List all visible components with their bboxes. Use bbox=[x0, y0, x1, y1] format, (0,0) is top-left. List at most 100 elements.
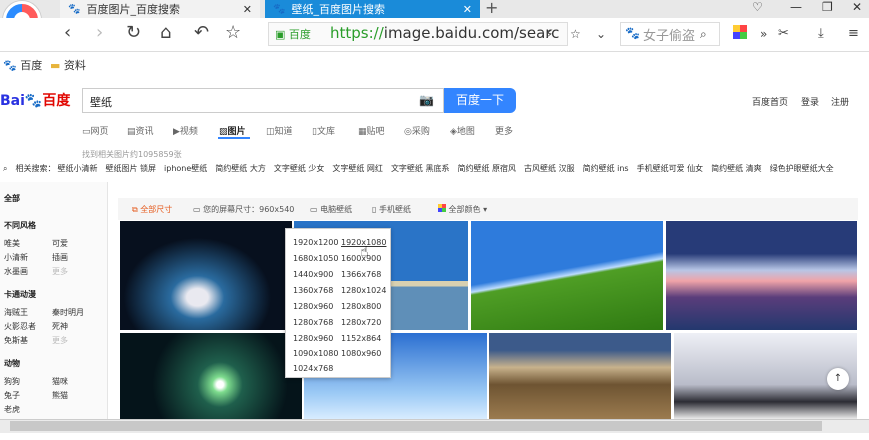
link-baidu-home[interactable]: 百度首页 bbox=[752, 95, 788, 108]
tab-wenku[interactable]: ▯文库 bbox=[312, 124, 335, 137]
filter-item[interactable]: 唯美 bbox=[4, 238, 20, 249]
tab-web[interactable]: ▭网页 bbox=[82, 124, 109, 137]
camera-icon[interactable]: 📷 bbox=[419, 93, 434, 107]
undo-icon[interactable]: ↶ bbox=[194, 22, 209, 43]
lightning-icon[interactable]: ⚡ bbox=[545, 27, 553, 41]
related-link[interactable]: iphone壁纸 bbox=[164, 164, 207, 173]
filter-screen-size[interactable]: ▭ 您的屏幕尺寸：960x540 bbox=[193, 204, 294, 215]
new-tab-button[interactable]: + bbox=[485, 0, 498, 17]
image-thumbnail[interactable] bbox=[120, 221, 292, 330]
resolution-option[interactable]: 1680x1050 bbox=[293, 254, 338, 263]
back-icon[interactable]: ‹ bbox=[64, 22, 71, 43]
resolution-option[interactable]: 1280x1024 bbox=[341, 286, 386, 295]
close-window-icon[interactable]: ✕ bbox=[852, 0, 862, 14]
resolution-option[interactable]: 1024x768 bbox=[293, 364, 333, 373]
tab-baidu-image[interactable]: 🐾 百度图片_百度搜索 ✕ bbox=[60, 0, 260, 18]
filter-item[interactable]: 狗狗 bbox=[4, 376, 20, 387]
filter-item[interactable]: 老虎 bbox=[4, 404, 20, 415]
tab-news[interactable]: ▤资讯 bbox=[127, 124, 154, 137]
tab-map[interactable]: ◈地图 bbox=[450, 124, 475, 137]
forward-icon[interactable]: › bbox=[96, 22, 103, 43]
filter-item[interactable]: 兔子 bbox=[4, 390, 20, 401]
filter-item[interactable]: 死神 bbox=[52, 321, 68, 332]
resolution-option[interactable]: 1440x900 bbox=[293, 270, 333, 279]
menu-icon[interactable]: ≡ bbox=[848, 26, 859, 41]
chevron-down-icon[interactable]: ⌄ bbox=[596, 27, 606, 41]
filter-item[interactable]: 秦时明月 bbox=[52, 307, 84, 318]
resolution-option[interactable]: 1280x800 bbox=[341, 302, 381, 311]
related-link[interactable]: 文字壁纸 网红 bbox=[332, 164, 383, 173]
related-link[interactable]: 壁纸图片 锁屏 bbox=[105, 164, 156, 173]
filter-item[interactable]: 熊猫 bbox=[52, 390, 68, 401]
close-icon[interactable]: ✕ bbox=[243, 3, 252, 16]
resolution-option[interactable]: 1280x768 bbox=[293, 318, 333, 327]
search-icon[interactable]: ⌕ bbox=[700, 27, 707, 42]
resolution-option[interactable]: 1090x1080 bbox=[293, 349, 338, 358]
related-link[interactable]: 手机壁纸可爱 仙女 bbox=[637, 164, 704, 173]
bookmark-folder[interactable]: ▬ 资料 bbox=[50, 57, 86, 73]
related-link[interactable]: 简约壁纸 大方 bbox=[215, 164, 266, 173]
filter-item[interactable]: 火影忍者 bbox=[4, 321, 36, 332]
shirt-icon[interactable]: ♡ bbox=[752, 0, 763, 14]
tab-zhidao[interactable]: ◫知道 bbox=[266, 124, 293, 137]
related-link[interactable]: 简约壁纸 ins bbox=[583, 164, 629, 173]
resolution-option[interactable]: 1360x768 bbox=[293, 286, 333, 295]
scrollbar-thumb[interactable] bbox=[10, 421, 822, 431]
related-link[interactable]: 简约壁纸 清爽 bbox=[711, 164, 762, 173]
filter-item[interactable]: 小清新 bbox=[4, 252, 28, 263]
resolution-option[interactable]: 1366x768 bbox=[341, 270, 381, 279]
baidu-logo[interactable]: Bai🐾百度 bbox=[0, 90, 70, 110]
more-extensions-icon[interactable]: » bbox=[760, 27, 767, 41]
filter-all-colors[interactable]: 全部颜色 ▾ bbox=[438, 204, 487, 215]
image-thumbnail[interactable] bbox=[471, 221, 663, 330]
search-button[interactable]: 百度一下 bbox=[444, 88, 516, 113]
tab-tieba[interactable]: ▦贴吧 bbox=[358, 124, 385, 137]
refresh-icon[interactable]: ↻ bbox=[126, 22, 141, 43]
url-text[interactable]: https://image.baidu.com/searc bbox=[330, 24, 559, 42]
tab-more[interactable]: 更多 bbox=[495, 124, 513, 137]
resolution-option[interactable]: 1280x960 bbox=[293, 302, 333, 311]
related-link[interactable]: 简约壁纸 原宿风 bbox=[457, 164, 516, 173]
filter-computer-wallpaper[interactable]: ▭ 电脑壁纸 bbox=[310, 204, 352, 215]
image-thumbnail[interactable] bbox=[666, 221, 857, 330]
bookmark-baidu[interactable]: 🐾 百度 bbox=[3, 57, 42, 73]
image-thumbnail[interactable] bbox=[489, 333, 671, 419]
filter-all-sizes[interactable]: ⧉ 全部尺寸 bbox=[132, 204, 172, 215]
filter-phone-wallpaper[interactable]: ▯ 手机壁纸 bbox=[372, 204, 411, 215]
link-register[interactable]: 注册 bbox=[831, 95, 849, 108]
minimize-icon[interactable]: — bbox=[790, 0, 802, 14]
tab-video[interactable]: ▶视频 bbox=[173, 124, 198, 137]
apps-icon[interactable] bbox=[733, 25, 747, 39]
related-link[interactable]: 文字壁纸 黑底系 bbox=[391, 164, 450, 173]
filter-more[interactable]: 更多 bbox=[52, 335, 68, 346]
image-thumbnail[interactable] bbox=[120, 333, 302, 419]
resolution-option[interactable]: 1280x960 bbox=[293, 334, 333, 343]
filter-item[interactable]: 免斯基 bbox=[4, 335, 28, 346]
filter-item[interactable]: 水墨画 bbox=[4, 266, 28, 277]
related-link[interactable]: 壁纸小清新 bbox=[57, 164, 97, 173]
image-search-input[interactable] bbox=[82, 88, 444, 113]
filter-item[interactable]: 猫咪 bbox=[52, 376, 68, 387]
related-link[interactable]: 文字壁纸 少女 bbox=[274, 164, 325, 173]
download-icon[interactable]: ⤓ bbox=[818, 26, 824, 41]
filter-more[interactable]: 更多 bbox=[52, 266, 68, 277]
bookmark-star-icon[interactable]: ☆ bbox=[570, 27, 581, 41]
tab-wallpaper-search[interactable]: 🐾 壁纸_百度图片搜索 ✕ bbox=[265, 0, 480, 18]
scroll-up-icon[interactable]: ↑ bbox=[827, 368, 849, 390]
close-icon[interactable]: ✕ bbox=[463, 3, 472, 16]
filter-item[interactable]: 可爱 bbox=[52, 238, 68, 249]
link-login[interactable]: 登录 bbox=[801, 95, 819, 108]
resolution-option[interactable]: 1920x1200 bbox=[293, 238, 338, 247]
star-icon[interactable]: ☆ bbox=[225, 22, 241, 43]
home-icon[interactable]: ⌂ bbox=[160, 22, 171, 43]
filter-item[interactable]: 海贼王 bbox=[4, 307, 28, 318]
trust-badge[interactable]: ▣ 百度 bbox=[275, 26, 311, 42]
tab-purchase[interactable]: ◎采购 bbox=[404, 124, 430, 137]
resolution-option[interactable]: 1080x960 bbox=[341, 349, 381, 358]
restore-icon[interactable]: ❐ bbox=[822, 0, 833, 14]
tab-image[interactable]: ▨图片 bbox=[219, 124, 246, 137]
resolution-option[interactable]: 1152x864 bbox=[341, 334, 381, 343]
resolution-option[interactable]: 1280x720 bbox=[341, 318, 381, 327]
related-link[interactable]: 绿色护眼壁纸大全 bbox=[770, 164, 834, 173]
filter-all[interactable]: 全部 bbox=[4, 193, 20, 204]
